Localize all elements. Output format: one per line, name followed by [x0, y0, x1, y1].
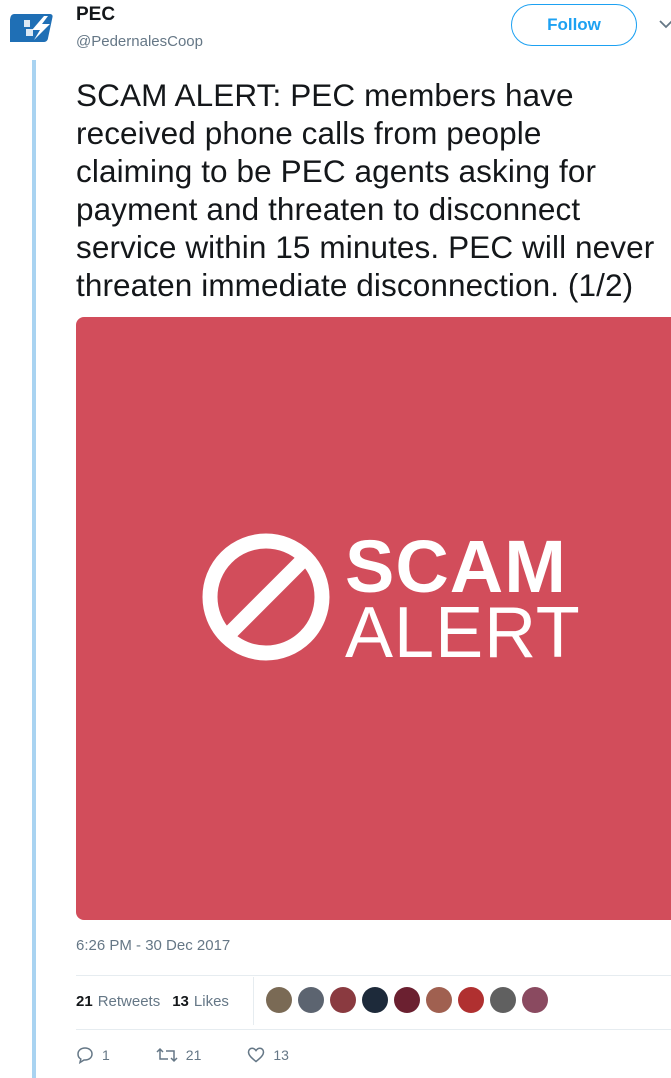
reply-count: 1 — [102, 1047, 110, 1063]
liker-avatar[interactable] — [490, 987, 516, 1013]
like-action[interactable]: 13 — [247, 1046, 289, 1064]
pec-logo[interactable] — [5, 10, 62, 46]
tweet-text: SCAM ALERT: PEC members have received ph… — [76, 77, 655, 303]
retweet-icon — [156, 1047, 178, 1063]
tweet-timestamp[interactable]: 6:26 PM - 30 Dec 2017 — [76, 937, 230, 954]
prohibited-icon — [200, 531, 332, 663]
tweet-media-image[interactable]: SCAM ALERT — [76, 317, 671, 920]
likes-count: 13 — [172, 993, 189, 1010]
follow-button[interactable]: Follow — [511, 4, 637, 46]
liker-avatar[interactable] — [426, 987, 452, 1013]
tweet-stats: 21 Retweets 13 Likes — [76, 993, 229, 1010]
reply-icon — [77, 1047, 93, 1064]
likes-label: Likes — [193, 993, 229, 1010]
tweet-actions: 1 21 13 — [76, 1046, 335, 1064]
stats-separator — [253, 977, 254, 1025]
liker-avatars — [266, 987, 548, 1013]
liker-avatar[interactable] — [458, 987, 484, 1013]
liker-avatar[interactable] — [394, 987, 420, 1013]
retweets-count: 21 — [76, 993, 93, 1010]
author-handle[interactable]: @PedernalesCoop — [76, 33, 203, 50]
liker-avatar[interactable] — [362, 987, 388, 1013]
media-headline-alert: ALERT — [345, 593, 581, 673]
retweet-action[interactable]: 21 — [156, 1046, 202, 1064]
reply-action[interactable]: 1 — [76, 1046, 110, 1064]
author-name[interactable]: PEC — [76, 4, 115, 26]
retweet-count: 21 — [185, 1047, 202, 1063]
liker-avatar[interactable] — [298, 987, 324, 1013]
thread-connector-line — [32, 60, 36, 1078]
divider — [76, 1029, 671, 1030]
retweets-stat[interactable]: 21 Retweets — [76, 993, 160, 1010]
liker-avatar[interactable] — [266, 987, 292, 1013]
liker-avatar[interactable] — [330, 987, 356, 1013]
retweets-label: Retweets — [97, 993, 161, 1010]
divider — [76, 975, 671, 976]
like-count: 13 — [273, 1047, 289, 1063]
likes-stat[interactable]: 13 Likes — [172, 993, 229, 1010]
heart-icon — [248, 1047, 265, 1063]
liker-avatar[interactable] — [522, 987, 548, 1013]
chevron-down-icon[interactable] — [656, 14, 671, 34]
